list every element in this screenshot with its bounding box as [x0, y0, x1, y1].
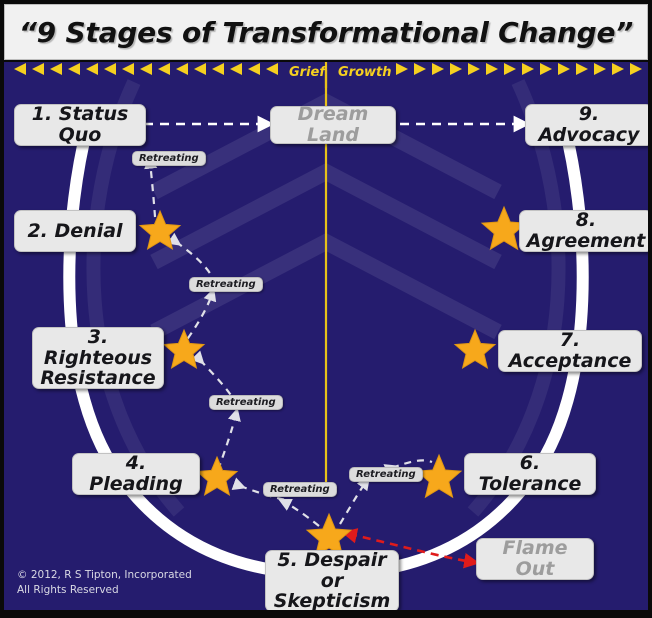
stage-node-6[interactable]: 6. Tolerance: [464, 453, 596, 495]
stage-label-9: 9. Advocacy: [538, 103, 640, 146]
stage-node-9[interactable]: 9. Advocacy: [525, 104, 648, 146]
copyright-line-2: All Rights Reserved: [17, 583, 119, 596]
retreating-chip-4[interactable]: Retreating: [263, 482, 337, 497]
poster-root: “9 Stages of Transformational Change” Gr…: [0, 0, 652, 618]
endpoint-label-dream-land: Dream Land: [297, 103, 369, 146]
diagram-canvas: Grief Growth 1. Status Quo 2. Denial 3. …: [4, 62, 648, 610]
endpoint-label-flame-out: Flame Out: [502, 537, 568, 580]
stage-node-2[interactable]: 2. Denial: [14, 210, 136, 252]
retreating-label-4: Retreating: [270, 484, 330, 495]
retreating-chip-5[interactable]: Retreating: [349, 467, 423, 482]
stage-label-2: 2. Denial: [27, 219, 123, 242]
stage-node-4[interactable]: 4. Pleading: [72, 453, 200, 495]
retreating-chip-2[interactable]: Retreating: [189, 277, 263, 292]
retreating-label-2: Retreating: [196, 279, 256, 290]
endpoint-node-flame-out[interactable]: Flame Out: [476, 538, 594, 580]
stage-node-3[interactable]: 3. Righteous Resistance: [32, 327, 164, 389]
retreating-label-1: Retreating: [139, 153, 199, 164]
stage-node-7[interactable]: 7. Acceptance: [498, 330, 642, 372]
stage-label-6: 6. Tolerance: [478, 452, 582, 495]
page-title: “9 Stages of Transformational Change”: [18, 15, 634, 49]
copyright-notice: © 2012, R S Tipton, Incorporated All Rig…: [17, 568, 192, 598]
stage-node-1[interactable]: 1. Status Quo: [14, 104, 146, 146]
stage-label-4: 4. Pleading: [89, 452, 183, 495]
star-marker-2: [138, 209, 182, 251]
stage-node-8[interactable]: 8. Agreement: [519, 210, 648, 252]
title-bar: “9 Stages of Transformational Change”: [4, 4, 648, 60]
star-marker-4: [195, 455, 239, 497]
star-marker-3: [162, 328, 206, 370]
star-marker-6: [415, 453, 463, 499]
retreating-chip-1[interactable]: Retreating: [132, 151, 206, 166]
retreating-label-3: Retreating: [216, 397, 276, 408]
endpoint-node-dream-land[interactable]: Dream Land: [270, 103, 396, 146]
copyright-line-1: © 2012, R S Tipton, Incorporated: [17, 568, 192, 581]
stage-label-8: 8. Agreement: [526, 209, 646, 252]
retreating-chip-3[interactable]: Retreating: [209, 395, 283, 410]
star-marker-7: [453, 328, 497, 370]
retreating-label-5: Retreating: [356, 469, 416, 480]
stage-label-7: 7. Acceptance: [508, 329, 632, 372]
stage-label-3: 3. Righteous Resistance: [40, 326, 156, 390]
stage-label-1: 1. Status Quo: [31, 103, 129, 146]
stage-label-5: 5. Despair or Skepticism: [273, 549, 391, 610]
stage-node-5[interactable]: 5. Despair or Skepticism: [265, 550, 399, 610]
